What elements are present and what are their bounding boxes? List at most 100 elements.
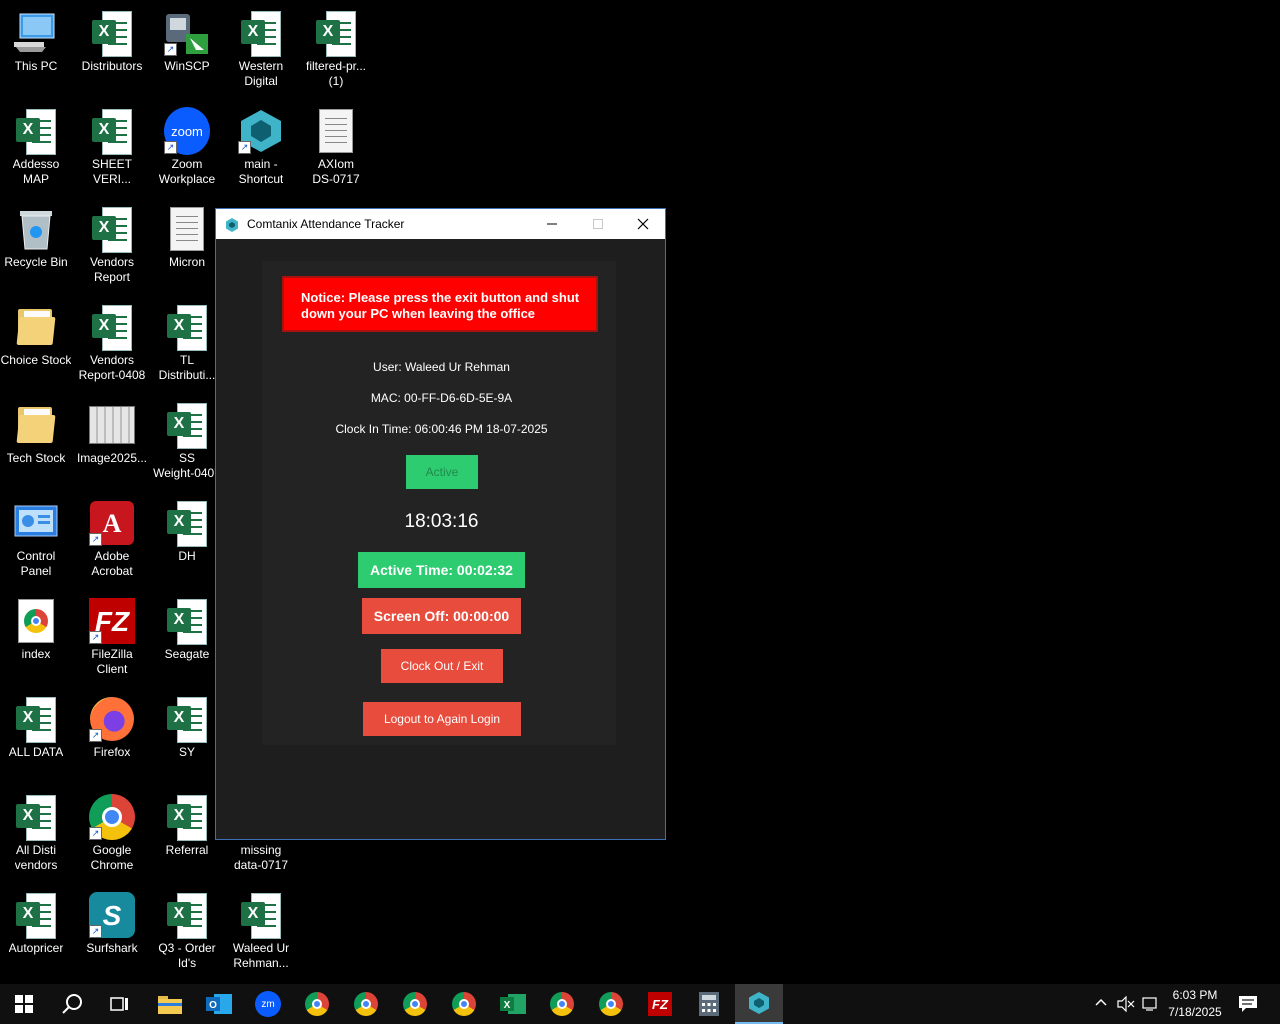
desktop-icon-tl-distributi[interactable]: X TL Distributi...: [149, 298, 225, 390]
filezilla-icon: FZ: [648, 992, 672, 1016]
winscp-icon: ↗: [164, 10, 210, 56]
desktop-icon-waleed-ur-rehman[interactable]: X Waleed Ur Rehman...: [223, 886, 299, 978]
logout-again-login-button[interactable]: Logout to Again Login: [363, 702, 521, 736]
desktop-icon-ss-weight[interactable]: X SS Weight-0407: [149, 396, 225, 488]
taskbar-chrome-3[interactable]: [391, 984, 439, 1024]
taskbar-zoom[interactable]: zm: [244, 984, 292, 1024]
desktop-icon-dh[interactable]: X DH: [149, 494, 225, 586]
file-explorer-icon: [158, 996, 182, 1014]
zoom-icon: zm: [255, 991, 281, 1017]
tray-time: 6:03 PM: [1172, 988, 1218, 1002]
desktop-icon-adobe-acrobat[interactable]: A ↗ Adobe Acrobat: [74, 494, 150, 586]
minimize-button[interactable]: [529, 209, 575, 239]
desktop-icon-firefox[interactable]: ↗ Firefox: [74, 690, 150, 782]
show-hidden-icons-button[interactable]: [1094, 996, 1108, 1010]
desktop-icon-recycle-bin[interactable]: Recycle Bin: [0, 200, 74, 292]
task-view-button[interactable]: [96, 984, 144, 1024]
desktop-icon-western-digital[interactable]: X Western Digital: [223, 4, 299, 96]
chrome-icon: [599, 992, 623, 1016]
desktop-icon-micron[interactable]: Micron: [149, 200, 225, 292]
desktop-icon-label: AXIom DS-0717: [312, 157, 360, 186]
excel-icon: X: [238, 10, 284, 57]
desktop-icon-all-disti-vendors[interactable]: X All Disti vendors: [0, 788, 74, 880]
excel-icon: X: [313, 10, 359, 57]
desktop-icon-tech-stock[interactable]: Tech Stock: [0, 396, 74, 488]
excel-icon: X: [164, 598, 210, 645]
desktop-icon-winscp[interactable]: ↗ WinSCP: [149, 4, 225, 96]
taskbar-chrome-2[interactable]: [342, 984, 390, 1024]
desktop-icon-label: All Disti vendors: [14, 843, 58, 872]
search-button[interactable]: [48, 984, 96, 1024]
desktop-icon-distributors[interactable]: X Distributors: [74, 4, 150, 96]
excel-icon: X: [13, 794, 59, 841]
tray-date: 7/18/2025: [1168, 1005, 1222, 1019]
taskbar-excel[interactable]: X: [489, 984, 537, 1024]
acrobat-icon: A ↗: [89, 500, 135, 546]
taskbar-file-explorer[interactable]: [146, 984, 194, 1024]
taskbar-attendance-tracker[interactable]: [735, 984, 783, 1024]
desktop-icon-google-chrome[interactable]: ↗ Google Chrome: [74, 788, 150, 880]
desktop-icon-seagate[interactable]: X Seagate: [149, 592, 225, 684]
taskbar-chrome-4[interactable]: [440, 984, 488, 1024]
desktop-icon-sheet-veri[interactable]: X SHEET VERI...: [74, 102, 150, 194]
close-button[interactable]: [620, 209, 666, 239]
excel-icon: X: [89, 304, 135, 351]
excel-icon: X: [164, 402, 210, 449]
document-icon: [164, 206, 210, 252]
excel-icon: X: [164, 696, 210, 743]
taskbar-chrome-6[interactable]: [587, 984, 635, 1024]
window-titlebar[interactable]: Comtanix Attendance Tracker: [216, 209, 665, 239]
recycle-bin-icon: [13, 206, 59, 252]
desktop-icon-main-shortcut[interactable]: ↗ main - Shortcut: [223, 102, 299, 194]
clock-out-exit-button[interactable]: Clock Out / Exit: [381, 649, 503, 683]
desktop-icon-label: Seagate: [164, 647, 210, 661]
chrome-icon: [354, 992, 378, 1016]
clock-button[interactable]: 6:03 PM 7/18/2025: [1165, 987, 1225, 1021]
desktop-icon-label: Referral: [165, 843, 209, 857]
taskbar: O zm X FZ 6:03 PM 7/18/2025: [0, 984, 1280, 1024]
desktop-icon-control-panel[interactable]: Control Panel: [0, 494, 74, 586]
filezilla-icon: FZ ↗: [89, 598, 135, 644]
desktop-icon-vendors-report[interactable]: X Vendors Report: [74, 200, 150, 292]
attendance-tracker-window: Comtanix Attendance Tracker Notice: Plea…: [215, 208, 666, 840]
desktop-icon-this-pc[interactable]: This PC: [0, 4, 74, 96]
app-cube-icon: ↗: [238, 108, 284, 154]
desktop-icon-autopricer[interactable]: X Autopricer: [0, 886, 74, 978]
taskbar-chrome-5[interactable]: [538, 984, 586, 1024]
active-time-display: Active Time: 00:02:32: [358, 552, 525, 588]
chrome-icon: [452, 992, 476, 1016]
desktop-icon-filtered-pr[interactable]: X filtered-pr... (1): [298, 4, 374, 96]
desktop-icon-referral[interactable]: X Referral: [149, 788, 225, 880]
taskbar-calculator[interactable]: [685, 984, 733, 1024]
excel-icon: X: [13, 108, 59, 155]
desktop-icon-surfshark[interactable]: S ↗ Surfshark: [74, 886, 150, 978]
desktop-icon-all-data[interactable]: X ALL DATA: [0, 690, 74, 782]
zoom-icon: zoom ↗: [164, 107, 210, 155]
outlook-icon: O: [206, 994, 232, 1014]
desktop-icon-q3-order-ids[interactable]: X Q3 - Order Id's: [149, 886, 225, 978]
notifications-button[interactable]: [1238, 995, 1258, 1016]
desktop-icon-axiom[interactable]: AXIom DS-0717: [298, 102, 374, 194]
taskbar-outlook[interactable]: O: [195, 984, 243, 1024]
desktop-icon-label: Surfshark: [86, 941, 138, 955]
start-button[interactable]: [0, 984, 48, 1024]
desktop-icon-index[interactable]: index: [0, 592, 74, 684]
calculator-icon: [699, 992, 719, 1016]
network-button[interactable]: [1142, 996, 1160, 1015]
volume-button[interactable]: [1117, 995, 1135, 1015]
excel-icon: X: [13, 892, 59, 939]
taskbar-filezilla[interactable]: FZ: [636, 984, 684, 1024]
desktop-icon-image2025[interactable]: Image2025...: [74, 396, 150, 488]
desktop-icon-label: Q3 - Order Id's: [158, 941, 216, 970]
desktop-icon-vendors-report-0408[interactable]: X Vendors Report-0408: [74, 298, 150, 390]
desktop-icon-label: Firefox: [93, 745, 131, 759]
desktop-icon-filezilla[interactable]: FZ ↗ FileZilla Client: [74, 592, 150, 684]
chrome-html-icon: [13, 598, 59, 644]
desktop-icon-zoom-workplace[interactable]: zoom ↗ Zoom Workplace: [149, 102, 225, 194]
desktop-icon-label: ALL DATA: [8, 745, 64, 759]
svg-text:X: X: [504, 1000, 511, 1011]
taskbar-chrome-1[interactable]: [293, 984, 341, 1024]
desktop-icon-choice-stock[interactable]: Choice Stock: [0, 298, 74, 390]
desktop-icon-addesso-map[interactable]: X Addesso MAP: [0, 102, 74, 194]
desktop-icon-sy[interactable]: X SY: [149, 690, 225, 782]
